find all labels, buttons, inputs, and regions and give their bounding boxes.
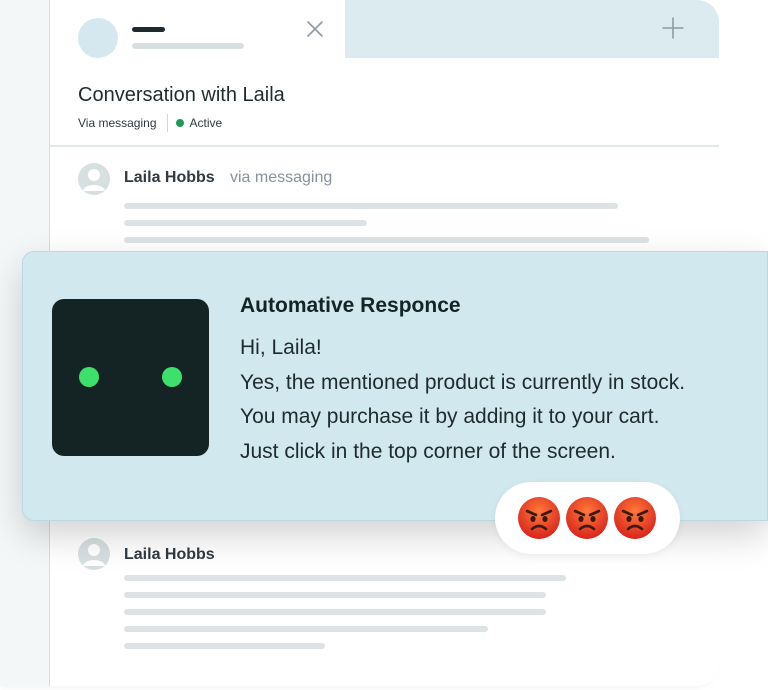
channel-label: Via messaging [78,116,157,130]
divider [50,145,719,147]
sender-name: Laila Hobbs [124,546,215,563]
sender-name: Laila Hobbs [124,169,215,186]
avatar [78,18,118,58]
plus-icon[interactable] [661,16,685,40]
message-line: You may purchase it by adding it to your… [240,405,660,428]
conversation-meta: Via messaging Active [78,114,222,132]
bot-avatar-icon [52,299,209,456]
reaction-bar [495,482,680,554]
avatar [78,538,110,570]
avatar [78,163,110,195]
auto-response-message: Hi, Laila! Yes, the mentioned product is… [240,331,685,469]
tab-bar [50,0,719,58]
message-line-placeholder [124,575,566,581]
tab-conversation[interactable] [50,0,345,58]
bot-eye-icon [162,367,182,387]
tab-title-placeholder [132,27,165,32]
status-dot-icon [175,119,184,127]
auto-response-card: Automative Responce Hi, Laila! Yes, the … [22,251,768,521]
user-icon [83,544,105,566]
divider [166,114,168,132]
sender-channel: via messaging [230,169,333,186]
message-line-placeholder [124,220,367,226]
status-badge: Active [189,116,223,130]
message-line: Hi, Laila! [240,336,322,359]
tab-subtitle-placeholder [132,43,244,49]
angry-face-icon[interactable] [613,496,657,540]
message-line-placeholder [124,626,488,632]
message-line-placeholder [124,237,649,243]
close-icon[interactable] [304,18,326,40]
message-line: Yes, the mentioned product is currently … [240,370,686,394]
auto-response-title: Automative Responce [240,294,461,317]
message-line: Just click in the top corner of the scre… [240,439,616,463]
page-title: Conversation with Laila [78,84,285,106]
angry-face-icon[interactable] [565,496,609,540]
user-icon [83,169,105,191]
message-line-placeholder [124,592,546,598]
message-line-placeholder [124,203,618,209]
message-line-placeholder [124,609,546,615]
angry-face-icon[interactable] [517,496,561,540]
message-line-placeholder [124,643,325,649]
bot-eye-icon [79,367,99,387]
tab-new[interactable] [345,0,719,58]
